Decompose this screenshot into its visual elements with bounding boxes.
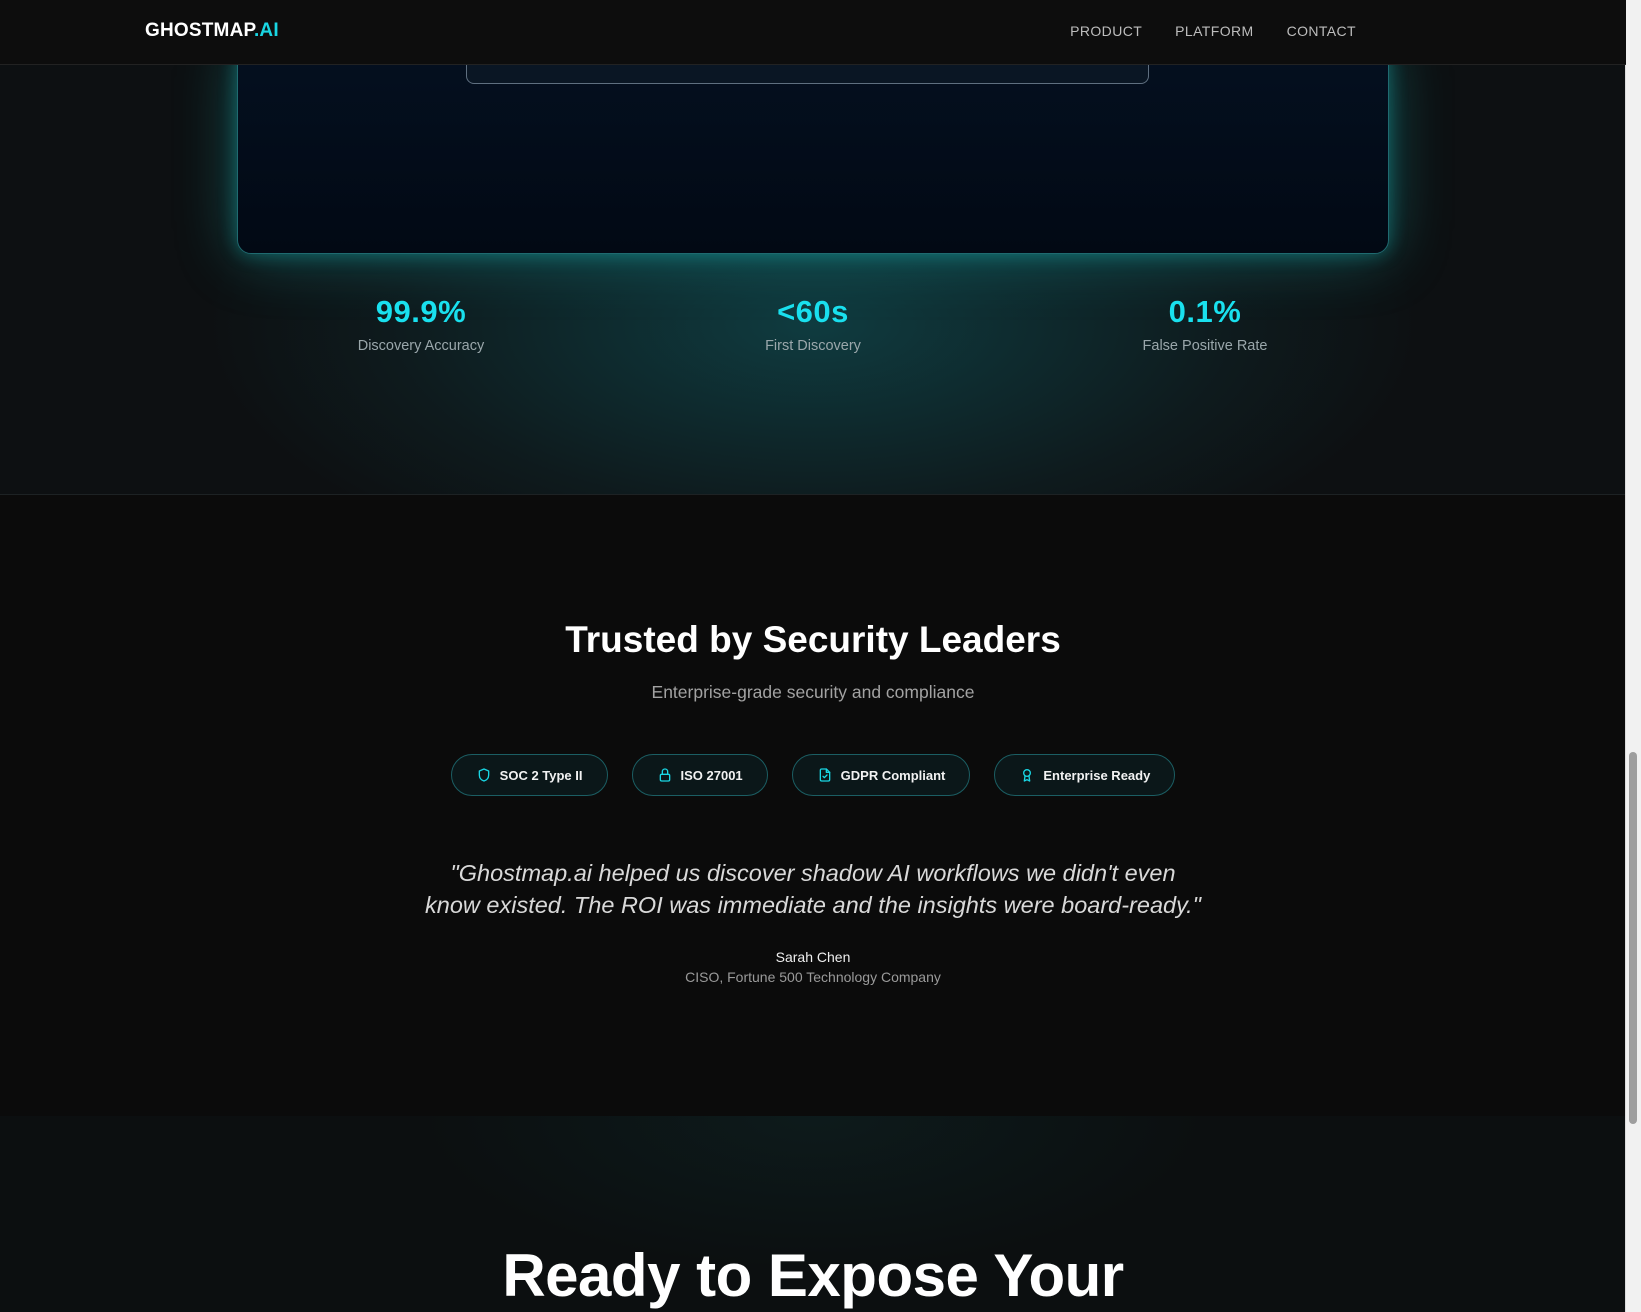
stat-label: Discovery Accuracy: [357, 338, 485, 354]
scrollbar-thumb[interactable]: [1629, 752, 1637, 1124]
badge-enterprise: Enterprise Ready: [994, 754, 1176, 796]
quote-line: know existed. The ROI was immediate and …: [425, 892, 1201, 918]
stat-value: <60s: [777, 294, 849, 329]
badge-label: SOC 2 Type II: [499, 767, 583, 783]
document-check-icon: [819, 768, 830, 782]
stat-discovery-accuracy: 99.9% Discovery Accuracy: [271, 294, 571, 354]
product-preview-panel: [237, 25, 1389, 254]
section-title: Trusted by Security Leaders: [565, 619, 1061, 660]
badge-label: Enterprise Ready: [1043, 767, 1151, 783]
stat-label: False Positive Rate: [1142, 338, 1268, 354]
award-icon: [1023, 769, 1032, 782]
shield-icon: [478, 768, 489, 782]
stat-false-positive-rate: 0.1% False Positive Rate: [1055, 294, 1355, 354]
logo-accent: .AI: [253, 20, 279, 41]
stat-label: First Discovery: [765, 338, 861, 354]
badge-label: ISO 27001: [680, 767, 743, 783]
testimonial-author: Sarah Chen: [775, 949, 851, 965]
section-subtitle: Enterprise-grade security and compliance: [651, 682, 975, 702]
logo-text: GHOSTMAP: [145, 20, 254, 41]
badge-label: GDPR Compliant: [840, 767, 946, 783]
cta-section: Ready to Expose Your: [0, 1116, 1626, 1312]
testimonial-quote: "Ghostmap.ai helped us discover shadow A…: [0, 857, 1626, 921]
badge-iso: ISO 27001: [631, 754, 768, 796]
badge-gdpr: GDPR Compliant: [791, 754, 971, 796]
cta-title: Ready to Expose Your: [502, 1242, 1124, 1309]
hero-section: 99.9% Discovery Accuracy <60s First Disc…: [0, 25, 1626, 495]
testimonial-author-title: CISO, Fortune 500 Technology Company: [685, 969, 941, 985]
page: GHOSTMAP.AI PRODUCT PLATFORM CONTACT 99.…: [0, 0, 1626, 1312]
logo[interactable]: GHOSTMAP.AI: [145, 20, 279, 42]
stat-value: 0.1%: [1168, 294, 1242, 329]
main-nav: PRODUCT PLATFORM CONTACT: [1070, 23, 1356, 39]
lock-icon: [659, 768, 670, 782]
nav-contact[interactable]: CONTACT: [1287, 23, 1356, 39]
page-scrollbar[interactable]: [1625, 0, 1641, 1312]
compliance-badges: SOC 2 Type II ISO 27001 GDPR Compliant E…: [0, 754, 1626, 796]
nav-platform[interactable]: PLATFORM: [1175, 23, 1253, 39]
badge-soc2: SOC 2 Type II: [450, 754, 608, 796]
stat-value: 99.9%: [375, 294, 467, 329]
nav-product[interactable]: PRODUCT: [1070, 23, 1142, 39]
stat-first-discovery: <60s First Discovery: [663, 294, 963, 354]
quote-line: "Ghostmap.ai helped us discover shadow A…: [450, 860, 1176, 886]
site-header: GHOSTMAP.AI PRODUCT PLATFORM CONTACT: [0, 0, 1626, 65]
